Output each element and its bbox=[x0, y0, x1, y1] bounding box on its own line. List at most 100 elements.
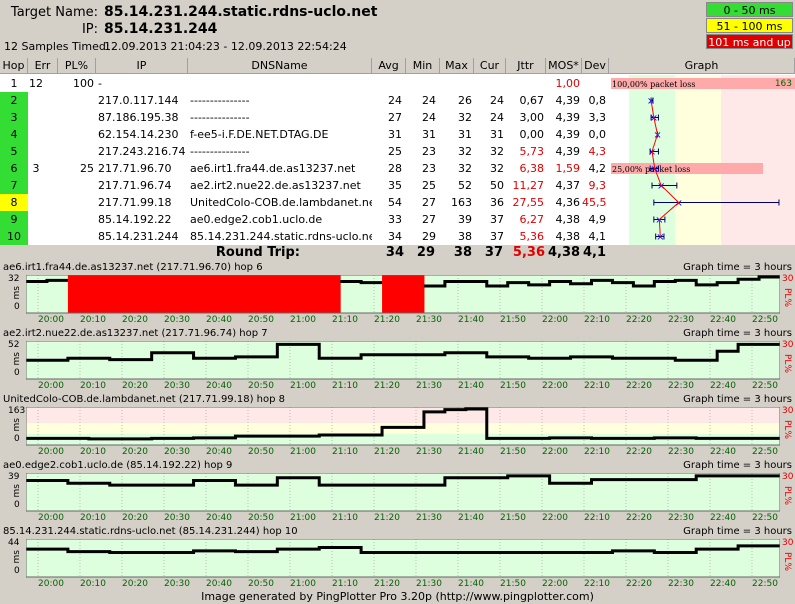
x-tick-label: 22:00 bbox=[542, 513, 568, 523]
x-tick-label: 20:50 bbox=[248, 579, 274, 589]
deviation: 4,1 bbox=[588, 230, 607, 243]
y-max-label: 44 bbox=[8, 538, 20, 548]
table-row[interactable]: 1 12 100- 1,00 bbox=[0, 75, 795, 92]
x-tick-label: 21:50 bbox=[500, 381, 526, 391]
pl-max-label: 30 bbox=[782, 406, 794, 416]
x-tick-label: 21:00 bbox=[290, 579, 316, 589]
table-row[interactable]: 10 85.14.231.244 85.14.231.244.static.rdns… bbox=[0, 228, 795, 245]
x-tick-label: 20:50 bbox=[248, 381, 274, 391]
x-tick-label: 22:50 bbox=[752, 381, 778, 391]
pl-max-label: 30 bbox=[782, 274, 794, 284]
ip-address: - bbox=[98, 77, 102, 90]
hop-number: 9 bbox=[0, 211, 28, 228]
x-tick-label: 20:30 bbox=[164, 579, 190, 589]
deviation: 9,3 bbox=[588, 179, 607, 192]
x-tick-label: 22:20 bbox=[626, 579, 652, 589]
column-header[interactable]: Max bbox=[440, 58, 474, 74]
min-ms: 25 bbox=[422, 179, 436, 192]
column-header[interactable]: Hop bbox=[0, 58, 28, 74]
column-header[interactable]: Jttr bbox=[506, 58, 546, 74]
column-header[interactable]: Err bbox=[28, 58, 58, 74]
cur-ms: 37 bbox=[490, 213, 504, 226]
legend-item: 0 - 50 ms bbox=[706, 2, 793, 17]
max-ms: 52 bbox=[458, 179, 472, 192]
x-tick-label: 22:30 bbox=[668, 579, 694, 589]
x-tick-label: 21:20 bbox=[374, 447, 400, 457]
column-header[interactable]: IP bbox=[96, 58, 188, 74]
avg-ms: 34 bbox=[388, 230, 402, 243]
x-tick-label: 21:50 bbox=[500, 315, 526, 325]
packet-loss bbox=[58, 92, 94, 109]
y-axis-label: ms bbox=[12, 352, 22, 366]
pl-axis-label: PL% bbox=[782, 552, 792, 571]
err-count bbox=[28, 194, 44, 211]
cur-ms bbox=[474, 75, 504, 92]
column-header[interactable]: Dev bbox=[582, 58, 609, 74]
deviation: 4,3 bbox=[588, 145, 607, 158]
loss-bar bbox=[235, 275, 257, 313]
hop-graph-time: Graph time = 3 hours bbox=[683, 394, 792, 405]
trace-table: Hop Err PL% IP DNSName Avg Min Max Cur Jttr MOS* De… bbox=[0, 58, 795, 261]
column-header[interactable]: Cur bbox=[474, 58, 506, 74]
jitter: 3,00 bbox=[519, 111, 545, 124]
x-tick-label: 20:10 bbox=[80, 447, 106, 457]
table-row[interactable]: 5 217.243.216.74 --------------- 25 23 32 32 5,… bbox=[0, 143, 795, 160]
max-ms: 31 bbox=[458, 128, 472, 141]
hop-number: 1 bbox=[0, 75, 28, 92]
pl-max-label: 30 bbox=[782, 340, 794, 350]
x-tick-label: 20:50 bbox=[248, 513, 274, 523]
x-tick-label: 22:50 bbox=[752, 447, 778, 457]
x-tick-label: 21:20 bbox=[374, 513, 400, 523]
hop-graph-title: 85.14.231.244.static.rdns-uclo.net (85.1… bbox=[3, 526, 298, 537]
column-header[interactable]: Min bbox=[406, 58, 440, 74]
table-row[interactable]: 9 85.14.192.22 ae0.edge2.cob1.uclo.de 33 27 3… bbox=[0, 211, 795, 228]
column-header[interactable]: Avg bbox=[372, 58, 406, 74]
loss-bar bbox=[256, 275, 278, 313]
column-header[interactable]: PL% bbox=[58, 58, 96, 74]
hop-graph-plot bbox=[26, 275, 780, 314]
y-axis-label: ms bbox=[12, 418, 22, 432]
table-row[interactable]: 3 87.186.195.38 --------------- 27 24 32 24 3,0… bbox=[0, 109, 795, 126]
mos-score: 4,39 bbox=[555, 128, 581, 141]
x-tick-label: 20:30 bbox=[164, 315, 190, 325]
hop-graph-title: UnitedColo-COB.de.lambdanet.net (217.71.… bbox=[3, 394, 285, 405]
table-row[interactable]: 7 217.71.96.74 ae2.irt2.nue22.de.as13237.n… bbox=[0, 177, 795, 194]
avg-ms bbox=[372, 75, 402, 92]
hop-graph-time: Graph time = 3 hours bbox=[683, 460, 792, 471]
deviation: 4,9 bbox=[588, 213, 607, 226]
max-ms: 38 bbox=[458, 230, 472, 243]
x-tick-label: 21:30 bbox=[416, 381, 442, 391]
x-tick-label: 20:40 bbox=[206, 447, 232, 457]
x-tick-label: 20:00 bbox=[38, 315, 64, 325]
table-row[interactable]: 6 3 25 217.71.96.70 ae6.irt1.fra44.de.as1323… bbox=[0, 160, 795, 177]
pl-axis-label: PL% bbox=[782, 288, 792, 307]
deviation: 0,8 bbox=[588, 94, 607, 107]
table-row[interactable]: 2 217.0.117.144 --------------- 24 24 26 24 0,6… bbox=[0, 92, 795, 109]
avg-ms: 54 bbox=[388, 196, 402, 209]
packet-loss bbox=[58, 228, 94, 245]
ip-address: 217.0.117.144 bbox=[98, 94, 179, 107]
hop-graph: ae6.irt1.fra44.de.as13237.net (217.71.96… bbox=[0, 262, 795, 328]
table-row[interactable]: 4 62.154.14.230 f-ee5-i.F.DE.NET.DTAG.DE 31… bbox=[0, 126, 795, 143]
hop-number: 4 bbox=[0, 126, 28, 143]
x-tick-label: 22:10 bbox=[584, 381, 610, 391]
round-trip-avg: 34 bbox=[385, 245, 404, 260]
min-ms: 24 bbox=[422, 111, 436, 124]
x-tick-label: 20:00 bbox=[38, 381, 64, 391]
pl-axis-label: PL% bbox=[782, 354, 792, 373]
x-tick-label: 22:50 bbox=[752, 315, 778, 325]
x-tick-label: 20:50 bbox=[248, 315, 274, 325]
x-tick-label: 22:10 bbox=[584, 513, 610, 523]
y-min-label: 0 bbox=[14, 500, 20, 510]
column-header[interactable]: MOS* bbox=[546, 58, 582, 74]
packet-loss: 25 bbox=[80, 162, 94, 175]
avg-ms: 31 bbox=[388, 128, 402, 141]
loss-bar bbox=[382, 275, 404, 313]
table-row[interactable]: 8 217.71.99.18 UnitedColo-COB.de.lambdanet… bbox=[0, 194, 795, 211]
loss-bar bbox=[172, 275, 195, 313]
mos-score: 4,37 bbox=[555, 179, 581, 192]
hop-number: 10 bbox=[0, 228, 28, 245]
column-header[interactable]: DNSName bbox=[188, 58, 372, 74]
y-max-label: 39 bbox=[8, 472, 20, 482]
mos-score: 4,36 bbox=[555, 196, 581, 209]
